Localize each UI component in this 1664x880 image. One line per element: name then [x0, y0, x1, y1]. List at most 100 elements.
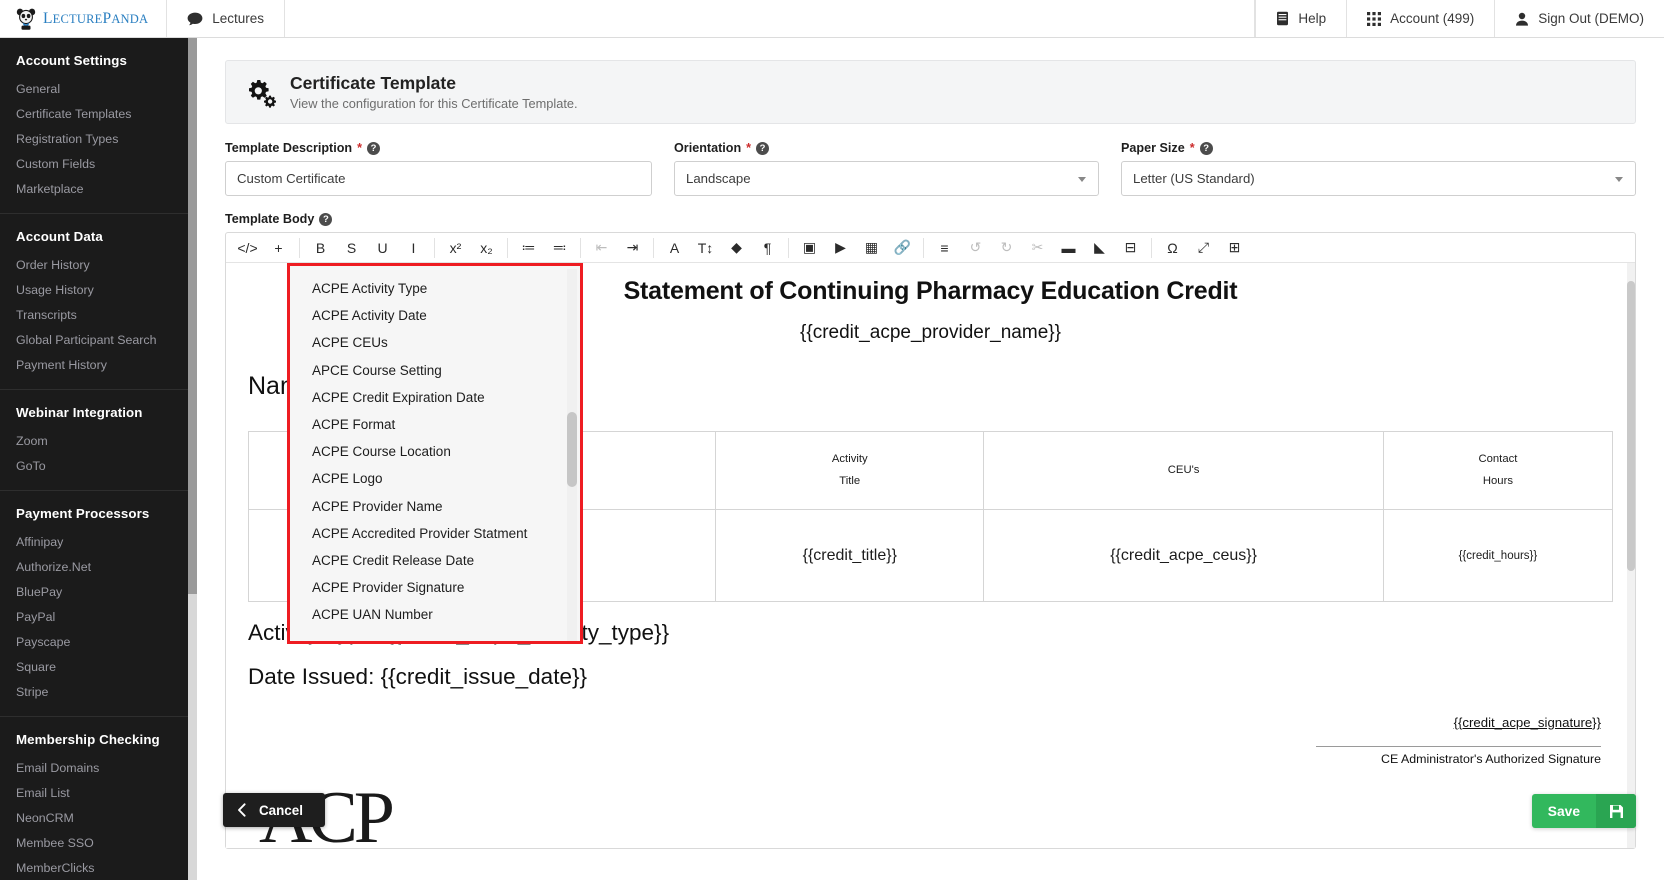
sidebar-item-payscape[interactable]: Payscape — [0, 629, 188, 654]
font-size-icon[interactable]: T↕ — [690, 234, 721, 262]
sidebar-item-global-participant-search[interactable]: Global Participant Search — [0, 327, 188, 352]
insert-variable-icon[interactable]: + — [263, 234, 294, 262]
help-icon[interactable]: ? — [1199, 141, 1213, 155]
bold-icon[interactable]: B — [305, 234, 336, 262]
required-asterisk: * — [357, 141, 363, 155]
bullet-list-icon[interactable]: ≔ — [513, 234, 544, 262]
sidebar-item-bluepay[interactable]: BluePay — [0, 579, 188, 604]
sidebar-group-title: Membership Checking — [16, 732, 160, 747]
insert-link-icon[interactable]: 🔗 — [887, 234, 918, 262]
variable-item[interactable]: ACPE Accredited Provider Statment — [290, 520, 580, 547]
align-icon[interactable]: ≡ — [929, 234, 960, 262]
editor-canvas[interactable]: Statement of Continuing Pharmacy Educati… — [226, 263, 1635, 848]
variable-item[interactable]: ACPE Credit Expiration Date — [290, 384, 580, 411]
help-icon[interactable]: ? — [367, 141, 381, 155]
cut-icon[interactable]: ✂ — [1022, 234, 1053, 262]
variable-item[interactable]: ACPE CEUs — [290, 329, 580, 356]
help-icon[interactable]: ? — [319, 212, 333, 226]
insert-table-icon[interactable]: ▦ — [856, 234, 887, 262]
toolbar-separator — [653, 237, 654, 258]
sidebar-item-neoncrm[interactable]: NeonCRM — [0, 805, 188, 830]
variable-item[interactable]: APCE Course Setting — [290, 357, 580, 384]
variable-item[interactable]: ACPE Course Location — [290, 438, 580, 465]
variable-item[interactable]: ACPE Provider Signature — [290, 574, 580, 601]
sidebar-item-usage-history[interactable]: Usage History — [0, 277, 188, 302]
sidebar-item-paypal[interactable]: PayPal — [0, 604, 188, 629]
toolbar-separator — [788, 237, 789, 258]
sidebar-item-affinipay[interactable]: Affinipay — [0, 529, 188, 554]
variable-item[interactable]: ACPE Activity Type — [290, 275, 580, 302]
eraser-icon[interactable]: ◣ — [1084, 234, 1115, 262]
sidebar-item-transcripts[interactable]: Transcripts — [0, 302, 188, 327]
source-code-icon[interactable]: </> — [232, 234, 263, 262]
variable-item[interactable]: ACPE Activity Date — [290, 302, 580, 329]
save-button[interactable]: Save — [1531, 794, 1636, 828]
toolbar-separator — [923, 237, 924, 258]
insert-image-icon[interactable]: ▣ — [794, 234, 825, 262]
insert-video-icon[interactable]: ▶ — [825, 234, 856, 262]
strikethrough-icon[interactable]: S — [336, 234, 367, 262]
variable-insert-dropdown[interactable]: ACPE Activity Type ACPE Activity Date ACPE… — [287, 263, 583, 644]
signature-variable: {{credit_acpe_signature}} — [1453, 715, 1601, 730]
nav-item-sign-out[interactable]: Sign Out (DEMO) — [1494, 0, 1664, 37]
help-icon[interactable]: ? — [756, 141, 770, 155]
superscript-icon[interactable]: x² — [440, 234, 471, 262]
font-family-icon[interactable]: A — [659, 234, 690, 262]
sidebar-item-membee-sso[interactable]: Membee SSO — [0, 830, 188, 855]
sidebar-group: Payment Processors Affinipay Authorize.Net… — [0, 491, 188, 717]
sidebar-item-goto[interactable]: GoTo — [0, 453, 188, 478]
numbered-list-icon[interactable]: ≕ — [544, 234, 575, 262]
variable-item[interactable]: ACPE Provider Name — [290, 493, 580, 520]
sidebar-item-general[interactable]: General — [0, 76, 188, 101]
horizontal-rule-icon[interactable]: ▬ — [1053, 234, 1084, 262]
paragraph-format-icon[interactable]: ¶ — [752, 234, 783, 262]
sidebar-item-authorize-net[interactable]: Authorize.Net — [0, 554, 188, 579]
sidebar-item-stripe[interactable]: Stripe — [0, 679, 188, 704]
template-description-input[interactable]: Custom Certificate — [225, 161, 652, 196]
indent-icon[interactable]: ⇥ — [617, 234, 648, 262]
sidebar-item-square[interactable]: Square — [0, 654, 188, 679]
main-content: Certificate Template View the configurat… — [197, 38, 1664, 880]
nav-item-account[interactable]: Account (499) — [1346, 0, 1494, 37]
sidebar-item-order-history[interactable]: Order History — [0, 252, 188, 277]
dropdown-scrollbar-thumb[interactable] — [567, 412, 577, 487]
outdent-icon[interactable]: ⇤ — [586, 234, 617, 262]
sidebar-item-custom-fields[interactable]: Custom Fields — [0, 151, 188, 176]
nav-item-help[interactable]: Help — [1255, 0, 1346, 37]
sidebar-item-certificate-templates[interactable]: Certificate Templates — [0, 101, 188, 126]
subscript-icon[interactable]: x₂ — [471, 234, 502, 262]
top-navigation-bar: LECTUREPANDA Lectures Help Account (499)… — [0, 0, 1664, 38]
label-template-description: Template Description * ? — [225, 141, 652, 155]
cancel-button[interactable]: Cancel — [223, 793, 325, 827]
text-color-icon[interactable]: ◆ — [721, 234, 752, 262]
variable-item[interactable]: ACPE Format — [290, 411, 580, 438]
sidebar-item-email-list[interactable]: Email List — [0, 780, 188, 805]
variable-item[interactable]: ACPE Logo — [290, 465, 580, 492]
document-scrollbar-thumb[interactable] — [1627, 281, 1635, 571]
sidebar-item-registration-types[interactable]: Registration Types — [0, 126, 188, 151]
sidebar-item-memberclicks[interactable]: MemberClicks — [0, 855, 188, 880]
markers-icon[interactable]: ⊟ — [1115, 234, 1146, 262]
redo-icon[interactable]: ↻ — [991, 234, 1022, 262]
sidebar-group: Account Data Order History Usage History Tr… — [0, 214, 188, 390]
underline-icon[interactable]: U — [367, 234, 398, 262]
variable-item[interactable]: ACPE UAN Number — [290, 601, 580, 628]
undo-icon[interactable]: ↺ — [960, 234, 991, 262]
variable-item[interactable]: ACPE Credit Release Date — [290, 547, 580, 574]
sidebar-navigation: Account Settings General Certificate Templ… — [0, 38, 188, 880]
sidebar-item-zoom[interactable]: Zoom — [0, 428, 188, 453]
sidebar-item-marketplace[interactable]: Marketplace — [0, 176, 188, 201]
orientation-select[interactable]: Landscape — [674, 161, 1099, 196]
page-break-icon[interactable]: ⊞ — [1219, 234, 1250, 262]
italic-icon[interactable]: I — [398, 234, 429, 262]
nav-item-lectures[interactable]: Lectures — [167, 0, 286, 37]
special-character-icon[interactable]: Ω — [1157, 234, 1188, 262]
brand-logo[interactable]: LECTUREPANDA — [0, 0, 168, 37]
sidebar-item-email-domains[interactable]: Email Domains — [0, 755, 188, 780]
fullscreen-icon[interactable]: ⤢ — [1188, 234, 1219, 262]
sidebar-scrollbar-thumb[interactable] — [188, 38, 197, 594]
table-header-line: Title — [839, 474, 861, 487]
paper-size-select[interactable]: Letter (US Standard) — [1121, 161, 1636, 196]
sidebar-item-payment-history[interactable]: Payment History — [0, 352, 188, 377]
template-settings-row: Template Description * ? Custom Certifica… — [225, 141, 1636, 196]
